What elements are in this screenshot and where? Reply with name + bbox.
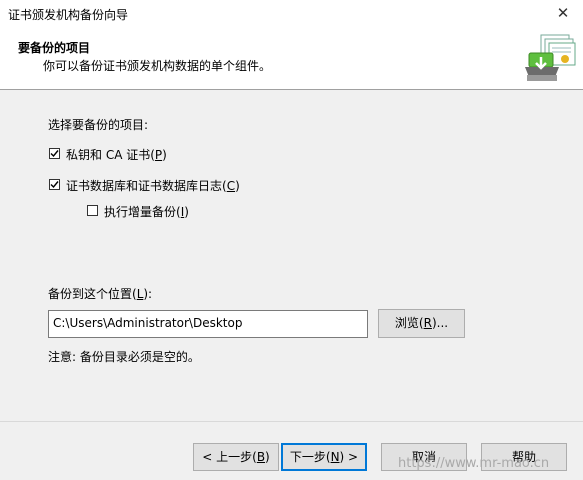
title-bar: 证书颁发机构备份向导 ✕: [0, 0, 583, 28]
empty-directory-note: 注意: 备份目录必须是空的。: [48, 350, 200, 364]
next-button[interactable]: 下一步(N) >: [281, 443, 367, 471]
database-label[interactable]: 证书数据库和证书数据库日志(C): [66, 177, 240, 194]
incremental-label[interactable]: 执行增量备份(I): [104, 203, 189, 220]
backup-location-input[interactable]: C:\Users\Administrator\Desktop: [48, 310, 368, 338]
certificate-backup-icon: [525, 34, 576, 81]
window-title: 证书颁发机构备份向导: [8, 8, 129, 22]
content-area: [0, 90, 583, 420]
private-key-checkbox[interactable]: [49, 148, 60, 159]
browse-button[interactable]: 浏览(R)...: [378, 309, 465, 338]
site-watermark: https://www.mr-mao.cn: [398, 456, 550, 471]
items-prompt: 选择要备份的项目:: [48, 118, 149, 132]
private-key-label[interactable]: 私钥和 CA 证书(P): [66, 146, 167, 163]
close-button[interactable]: ✕: [543, 0, 583, 28]
page-title: 要备份的项目: [18, 41, 91, 55]
database-checkbox[interactable]: [49, 179, 60, 190]
location-label: 备份到这个位置(L):: [48, 287, 153, 301]
footer-separator: [0, 421, 583, 422]
back-button[interactable]: < 上一步(B): [193, 443, 279, 471]
wizard-header: 要备份的项目 你可以备份证书颁发机构数据的单个组件。: [0, 28, 583, 90]
page-subtitle: 你可以备份证书颁发机构数据的单个组件。: [43, 59, 272, 73]
incremental-checkbox[interactable]: [87, 205, 98, 216]
